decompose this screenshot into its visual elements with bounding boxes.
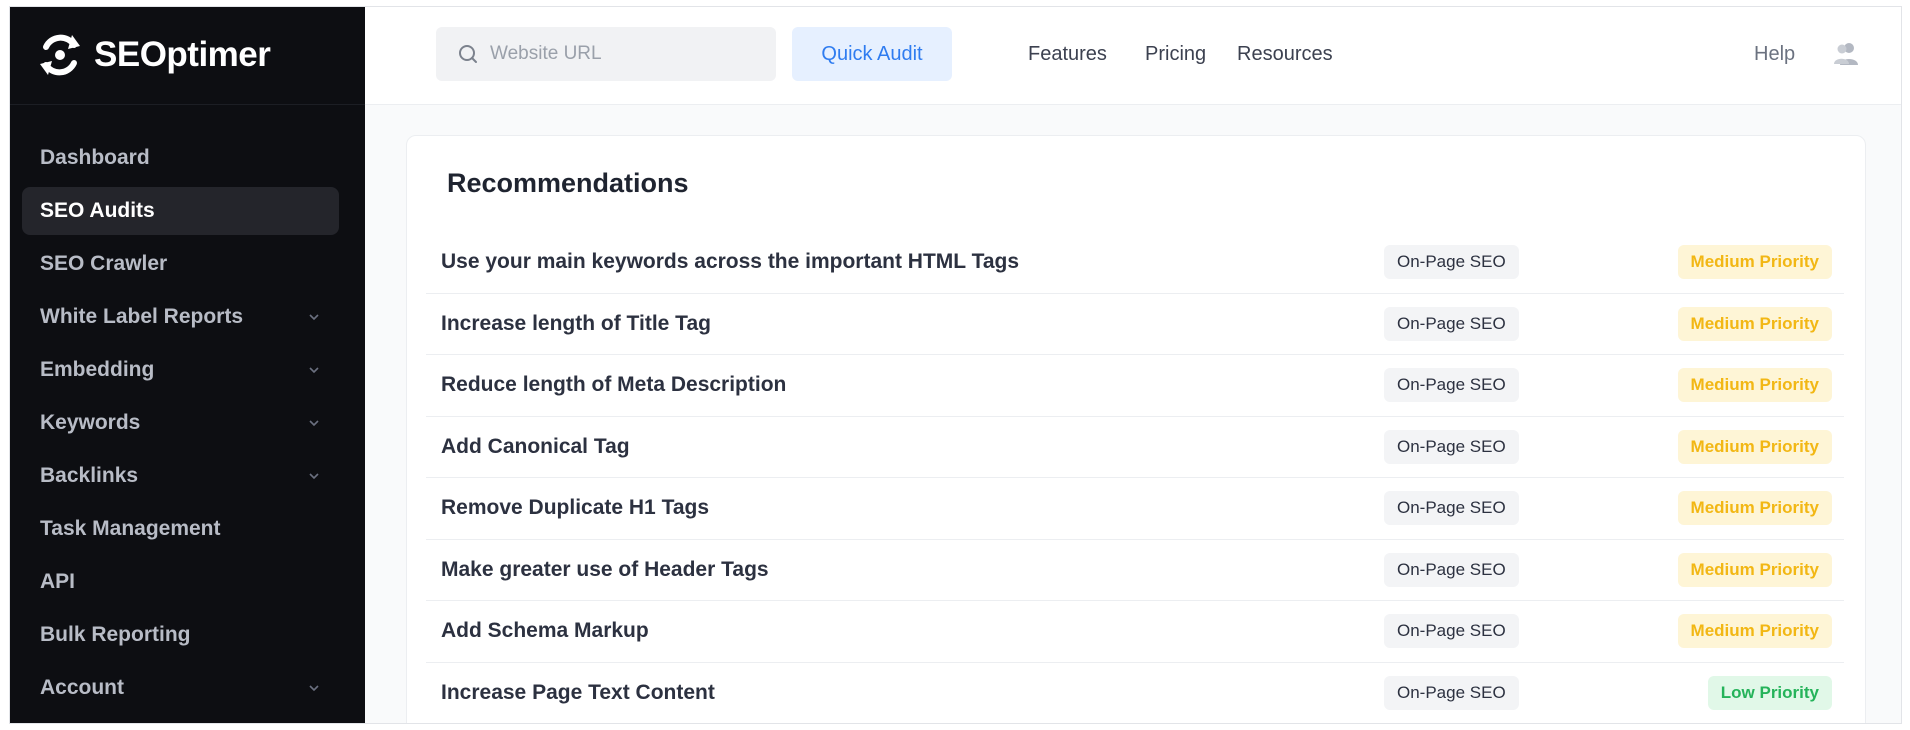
app-window: SEOptimer Dashboard SEO Audits SEO Crawl…: [9, 6, 1902, 724]
search-icon: [459, 45, 477, 63]
sidebar-item-label: Embedding: [40, 358, 155, 381]
priority-badge: Medium Priority: [1677, 429, 1832, 464]
chevron-down-icon: [309, 685, 319, 692]
sidebar-item-dashboard[interactable]: Dashboard: [22, 134, 339, 182]
recommendations-list: Use your main keywords across the import…: [426, 232, 1844, 724]
priority-badge: Medium Priority: [1677, 552, 1832, 587]
sidebar-item-label: Bulk Reporting: [40, 623, 191, 646]
sidebar-item-white-label-reports[interactable]: White Label Reports: [22, 293, 339, 341]
recommendation-text: Increase length of Title Tag: [441, 311, 711, 335]
sidebar-item-label: White Label Reports: [40, 305, 244, 328]
category-badge: On-Page SEO: [1384, 675, 1519, 710]
sidebar-item-embedding[interactable]: Embedding: [22, 346, 339, 394]
recommendation-text: Make greater use of Header Tags: [441, 557, 769, 581]
sidebar-item-api[interactable]: API: [22, 558, 339, 606]
category-badge: On-Page SEO: [1384, 368, 1519, 403]
sidebar-item-label: Keywords: [40, 411, 141, 434]
recommendation-row[interactable]: Make greater use of Header Tags On-Page …: [426, 540, 1844, 601]
chevron-down-icon: [309, 473, 319, 480]
search-box[interactable]: [436, 27, 776, 81]
nav-link-resources[interactable]: Resources: [1237, 27, 1333, 81]
priority-badge: Medium Priority: [1677, 614, 1832, 649]
sidebar: SEOptimer Dashboard SEO Audits SEO Crawl…: [10, 7, 365, 723]
recommendation-text: Remove Duplicate H1 Tags: [441, 496, 710, 520]
priority-badge: Medium Priority: [1677, 306, 1832, 341]
sidebar-item-label: API: [40, 570, 76, 593]
help-link[interactable]: Help: [1754, 27, 1795, 81]
brand-logo[interactable]: SEOptimer: [32, 27, 271, 83]
recommendation-text: Add Schema Markup: [441, 619, 649, 643]
recommendation-row[interactable]: Use your main keywords across the import…: [426, 232, 1844, 294]
sidebar-item-account[interactable]: Account: [22, 664, 339, 712]
recommendation-row[interactable]: Add Schema Markup On-Page SEO Medium Pri…: [426, 601, 1844, 663]
sidebar-item-label: Task Management: [40, 517, 221, 540]
recommendation-row[interactable]: Add Canonical Tag On-Page SEO Medium Pri…: [426, 417, 1844, 478]
gear-arrows-logo-icon: [40, 34, 80, 76]
recommendation-text: Increase Page Text Content: [441, 680, 715, 704]
category-badge: On-Page SEO: [1384, 306, 1519, 341]
recommendation-row[interactable]: Increase Page Text Content On-Page SEO L…: [426, 663, 1844, 724]
brand-name: SEOptimer: [94, 35, 271, 74]
sidebar-item-label: SEO Crawler: [40, 252, 168, 275]
recommendation-text: Add Canonical Tag: [441, 434, 630, 458]
sidebar-item-label: Backlinks: [40, 464, 139, 487]
card-title: Recommendations: [447, 168, 689, 198]
sidebar-nav: Dashboard SEO Audits SEO Crawler White L…: [22, 134, 339, 717]
sidebar-divider: [10, 104, 365, 105]
priority-badge: Medium Priority: [1677, 245, 1832, 280]
sidebar-item-label: SEO Audits: [40, 199, 155, 222]
recommendation-text: Reduce length of Meta Description: [441, 373, 787, 397]
sidebar-item-seo-crawler[interactable]: SEO Crawler: [22, 240, 339, 288]
sidebar-item-task-management[interactable]: Task Management: [22, 505, 339, 553]
chevron-down-icon: [309, 314, 319, 321]
category-badge: On-Page SEO: [1384, 614, 1519, 649]
user-account-icon[interactable]: [1831, 39, 1861, 69]
quick-audit-button[interactable]: Quick Audit: [792, 27, 952, 81]
recommendations-card: Recommendations Use your main keywords a…: [406, 135, 1866, 724]
nav-link-pricing[interactable]: Pricing: [1145, 27, 1206, 81]
sidebar-item-seo-audits[interactable]: SEO Audits: [22, 187, 339, 235]
category-badge: On-Page SEO: [1384, 245, 1519, 280]
category-badge: On-Page SEO: [1384, 429, 1519, 464]
category-badge: On-Page SEO: [1384, 552, 1519, 587]
recommendation-row[interactable]: Reduce length of Meta Description On-Pag…: [426, 355, 1844, 417]
top-bar: Quick Audit Features Pricing Resources H…: [365, 7, 1901, 105]
priority-badge: Medium Priority: [1677, 491, 1832, 526]
recommendation-row[interactable]: Increase length of Title Tag On-Page SEO…: [426, 294, 1844, 355]
sidebar-item-label: Dashboard: [40, 146, 150, 169]
category-badge: On-Page SEO: [1384, 491, 1519, 526]
sidebar-item-label: Account: [40, 676, 124, 699]
website-url-input[interactable]: [490, 43, 740, 65]
chevron-down-icon: [309, 367, 319, 374]
recommendation-text: Use your main keywords across the import…: [441, 250, 1020, 274]
sidebar-item-backlinks[interactable]: Backlinks: [22, 452, 339, 500]
recommendation-row[interactable]: Remove Duplicate H1 Tags On-Page SEO Med…: [426, 478, 1844, 540]
chevron-down-icon: [309, 420, 319, 427]
sidebar-item-keywords[interactable]: Keywords: [22, 399, 339, 447]
priority-badge: Low Priority: [1707, 675, 1832, 710]
priority-badge: Medium Priority: [1677, 368, 1832, 403]
nav-link-features[interactable]: Features: [1028, 27, 1107, 81]
sidebar-item-bulk-reporting[interactable]: Bulk Reporting: [22, 611, 339, 659]
